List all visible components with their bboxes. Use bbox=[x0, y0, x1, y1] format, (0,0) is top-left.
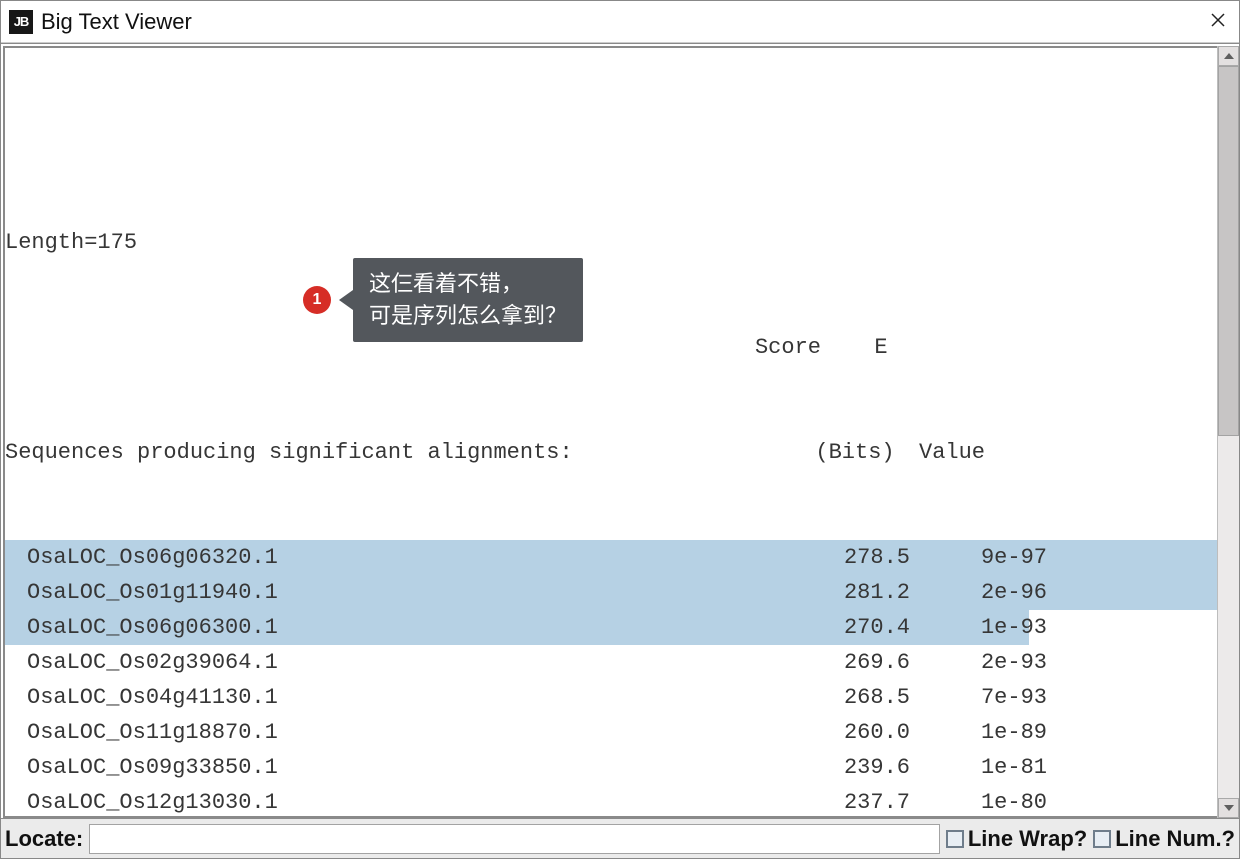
score-value: 269.6 bbox=[827, 645, 927, 680]
sequence-name: OsaLOC_Os04g41130.1 bbox=[27, 680, 827, 715]
close-icon bbox=[1211, 13, 1225, 27]
score-value: 260.0 bbox=[827, 715, 927, 750]
score-value: 268.5 bbox=[827, 680, 927, 715]
score-header-bot: (Bits) bbox=[805, 435, 905, 470]
score-value: 237.7 bbox=[827, 785, 927, 818]
score-value: 278.5 bbox=[827, 540, 927, 575]
result-row[interactable]: OsaLOC_Os06g06300.1270.41e-93 bbox=[5, 610, 1217, 645]
line-wrap-label: Line Wrap? bbox=[968, 826, 1087, 852]
sequence-name: OsaLOC_Os02g39064.1 bbox=[27, 645, 827, 680]
sequence-name: OsaLOC_Os01g11940.1 bbox=[27, 575, 827, 610]
scroll-down-button[interactable] bbox=[1218, 798, 1239, 818]
score-value: 270.4 bbox=[827, 610, 927, 645]
main-area: Length=175 Score E Sequences producing s… bbox=[1, 43, 1239, 818]
score-header-top: Score bbox=[5, 330, 821, 365]
chevron-up-icon bbox=[1224, 52, 1234, 60]
sequence-name: OsaLOC_Os12g13030.1 bbox=[27, 785, 827, 818]
scrollbar-track[interactable] bbox=[1218, 66, 1239, 798]
e-header-bot: Value bbox=[905, 435, 1025, 470]
title-bar: JB Big Text Viewer bbox=[1, 1, 1239, 43]
result-row[interactable]: OsaLOC_Os11g18870.1260.01e-89 bbox=[5, 715, 1217, 750]
line-num-checkbox[interactable]: Line Num.? bbox=[1093, 826, 1235, 852]
window-title: Big Text Viewer bbox=[41, 9, 1205, 35]
text-viewer[interactable]: Length=175 Score E Sequences producing s… bbox=[3, 46, 1217, 818]
e-value: 7e-93 bbox=[927, 680, 1047, 715]
e-value: 2e-93 bbox=[927, 645, 1047, 680]
rows-container: OsaLOC_Os06g06320.1278.59e-97OsaLOC_Os01… bbox=[5, 540, 1217, 818]
result-row[interactable]: OsaLOC_Os12g13030.1237.71e-80 bbox=[5, 785, 1217, 818]
locate-input[interactable] bbox=[89, 824, 940, 854]
sequence-name: OsaLOC_Os09g33850.1 bbox=[27, 750, 827, 785]
line-wrap-checkbox[interactable]: Line Wrap? bbox=[946, 826, 1087, 852]
text-content: Length=175 Score E Sequences producing s… bbox=[5, 48, 1217, 818]
result-row[interactable]: OsaLOC_Os04g41130.1268.57e-93 bbox=[5, 680, 1217, 715]
scrollbar-thumb[interactable] bbox=[1218, 66, 1239, 436]
e-value: 1e-89 bbox=[927, 715, 1047, 750]
e-value: 2e-96 bbox=[927, 575, 1047, 610]
score-value: 239.6 bbox=[827, 750, 927, 785]
header-line-2: Sequences producing significant alignmen… bbox=[5, 435, 1217, 470]
footer-bar: Locate: Line Wrap? Line Num.? bbox=[1, 818, 1239, 858]
length-line: Length=175 bbox=[5, 225, 1217, 260]
e-header-top: E bbox=[821, 330, 941, 365]
app-icon: JB bbox=[9, 10, 33, 34]
result-row[interactable]: OsaLOC_Os01g11940.1281.22e-96 bbox=[5, 575, 1217, 610]
sequence-name: OsaLOC_Os11g18870.1 bbox=[27, 715, 827, 750]
application-window: JB Big Text Viewer Length=175 Score E Se… bbox=[0, 0, 1240, 859]
result-row[interactable]: OsaLOC_Os06g06320.1278.59e-97 bbox=[5, 540, 1217, 575]
vertical-scrollbar[interactable] bbox=[1217, 46, 1239, 818]
e-value: 1e-80 bbox=[927, 785, 1047, 818]
header-line-1: Score E bbox=[5, 330, 1217, 365]
chevron-down-icon bbox=[1224, 804, 1234, 812]
result-row[interactable]: OsaLOC_Os09g33850.1239.61e-81 bbox=[5, 750, 1217, 785]
e-value: 1e-81 bbox=[927, 750, 1047, 785]
blank-line bbox=[5, 120, 1217, 155]
score-value: 281.2 bbox=[827, 575, 927, 610]
sequence-name: OsaLOC_Os06g06320.1 bbox=[27, 540, 827, 575]
close-button[interactable] bbox=[1205, 10, 1231, 33]
locate-label: Locate: bbox=[5, 826, 83, 852]
result-row[interactable]: OsaLOC_Os02g39064.1269.62e-93 bbox=[5, 645, 1217, 680]
e-value: 9e-97 bbox=[927, 540, 1047, 575]
line-num-label: Line Num.? bbox=[1115, 826, 1235, 852]
sequence-name: OsaLOC_Os06g06300.1 bbox=[27, 610, 827, 645]
alignments-header-label: Sequences producing significant alignmen… bbox=[5, 435, 805, 470]
scroll-up-button[interactable] bbox=[1218, 46, 1239, 66]
e-value: 1e-93 bbox=[927, 610, 1047, 645]
checkbox-box-icon bbox=[1093, 830, 1111, 848]
checkbox-box-icon bbox=[946, 830, 964, 848]
